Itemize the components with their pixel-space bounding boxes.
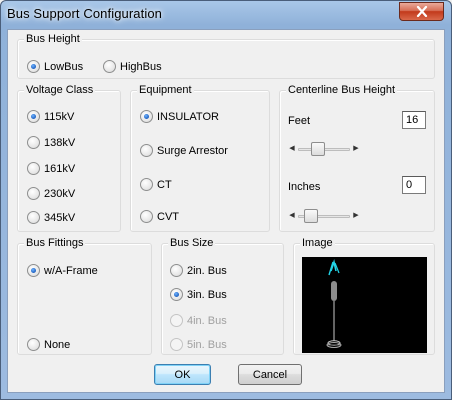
radio-dot — [103, 60, 116, 73]
slider-left-arrow-icon[interactable]: ◀ — [288, 211, 296, 221]
radio-dot — [140, 144, 153, 157]
radio-2in-bus-label: 2in. Bus — [187, 264, 227, 277]
radio-3in-bus[interactable]: 3in. Bus — [170, 288, 227, 301]
radio-surge-arrestor-label: Surge Arrestor — [157, 144, 228, 157]
radio-dot — [27, 162, 40, 175]
radio-115kv-label: 115kV — [44, 110, 75, 123]
slider-right-arrow-icon[interactable]: ▶ — [352, 144, 360, 154]
close-icon — [416, 6, 427, 17]
radio-5in-bus-label: 5in. Bus — [187, 338, 227, 351]
radio-230kv[interactable]: 230kV — [27, 187, 75, 200]
inches-slider[interactable]: ◀ ▶ — [288, 208, 360, 224]
radio-none-label: None — [44, 338, 71, 351]
insulator-preview-icon — [326, 259, 342, 348]
radio-dot — [27, 60, 40, 73]
radio-dot — [170, 314, 183, 327]
slider-right-arrow-icon[interactable]: ▶ — [352, 211, 360, 221]
inches-input[interactable]: 0 — [402, 176, 426, 194]
feet-input[interactable]: 16 — [402, 111, 426, 129]
radio-dot — [27, 264, 40, 277]
radio-insulator-label: INSULATOR — [157, 110, 219, 123]
radio-345kv-label: 345kV — [44, 211, 76, 224]
feet-label: Feet — [288, 115, 311, 127]
slider-thumb[interactable] — [311, 142, 326, 156]
bus-fittings-label: Bus Fittings — [24, 237, 86, 249]
slider-thumb[interactable] — [303, 209, 318, 223]
radio-dot — [140, 110, 153, 123]
radio-lowbus-label: LowBus — [44, 60, 84, 73]
radio-138kv-label: 138kV — [44, 136, 76, 149]
dialog-window: Bus Support Configuration Bus Height Low… — [0, 0, 452, 400]
radio-115kv[interactable]: 115kV — [27, 110, 74, 123]
bus-size-group: Bus Size 2in. Bus 3in. Bus 4in. Bus 5in.… — [161, 237, 284, 355]
radio-dot — [140, 210, 153, 223]
equipment-label: Equipment — [137, 84, 194, 96]
bus-fittings-group: Bus Fittings w/A-Frame None — [17, 237, 152, 355]
radio-cvt-label: CVT — [157, 210, 179, 223]
radio-dot — [27, 211, 40, 224]
radio-cvt[interactable]: CVT — [140, 210, 179, 223]
bus-size-label: Bus Size — [168, 237, 216, 249]
equipment-preview-image — [302, 257, 427, 353]
radio-dot — [170, 288, 183, 301]
radio-dot — [27, 338, 40, 351]
cancel-button[interactable]: Cancel — [238, 364, 302, 385]
voltage-class-label: Voltage Class — [24, 84, 96, 96]
dialog-client: Bus Height LowBus HighBus Voltage Class … — [7, 29, 445, 393]
radio-surge-arrestor[interactable]: Surge Arrestor — [140, 144, 228, 157]
radio-w-aframe[interactable]: w/A-Frame — [27, 264, 98, 277]
radio-161kv-label: 161kV — [44, 162, 76, 175]
radio-5in-bus: 5in. Bus — [170, 338, 227, 351]
radio-345kv[interactable]: 345kV — [27, 211, 75, 224]
equipment-group: Equipment INSULATOR Surge Arrestor CT CV… — [130, 84, 270, 232]
radio-dot — [170, 338, 183, 351]
radio-highbus-label: HighBus — [120, 60, 162, 73]
radio-dot — [140, 178, 153, 191]
ok-button[interactable]: OK — [154, 364, 211, 385]
bus-height-group: Bus Height LowBus HighBus — [17, 33, 435, 79]
centerline-label: Centerline Bus Height — [286, 84, 398, 96]
radio-161kv[interactable]: 161kV — [27, 162, 75, 175]
centerline-group: Centerline Bus Height Feet 16 ◀ ▶ Inches… — [279, 84, 435, 232]
title-bar[interactable]: Bus Support Configuration — [1, 1, 451, 29]
bus-height-label: Bus Height — [24, 33, 82, 45]
radio-ct[interactable]: CT — [140, 178, 172, 191]
image-label: Image — [300, 237, 335, 249]
voltage-class-group: Voltage Class 115kV 138kV 161kV 230kV 34… — [17, 84, 121, 232]
radio-dot — [27, 110, 40, 123]
feet-slider[interactable]: ◀ ▶ — [288, 141, 360, 157]
radio-dot — [27, 187, 40, 200]
inches-label: Inches — [288, 181, 321, 193]
radio-4in-bus-label: 4in. Bus — [187, 314, 227, 327]
image-group: Image — [293, 237, 435, 355]
slider-left-arrow-icon[interactable]: ◀ — [288, 144, 296, 154]
close-button[interactable] — [399, 2, 444, 21]
radio-none[interactable]: None — [27, 338, 70, 351]
radio-3in-bus-label: 3in. Bus — [187, 288, 227, 301]
radio-ct-label: CT — [157, 178, 172, 191]
radio-2in-bus[interactable]: 2in. Bus — [170, 264, 227, 277]
radio-138kv[interactable]: 138kV — [27, 136, 75, 149]
window-title: Bus Support Configuration — [7, 6, 162, 21]
radio-lowbus[interactable]: LowBus — [27, 60, 83, 73]
radio-w-aframe-label: w/A-Frame — [44, 264, 98, 277]
radio-highbus[interactable]: HighBus — [103, 60, 162, 73]
radio-dot — [27, 136, 40, 149]
radio-insulator[interactable]: INSULATOR — [140, 110, 219, 123]
radio-4in-bus: 4in. Bus — [170, 314, 227, 327]
radio-230kv-label: 230kV — [44, 187, 76, 200]
radio-dot — [170, 264, 183, 277]
